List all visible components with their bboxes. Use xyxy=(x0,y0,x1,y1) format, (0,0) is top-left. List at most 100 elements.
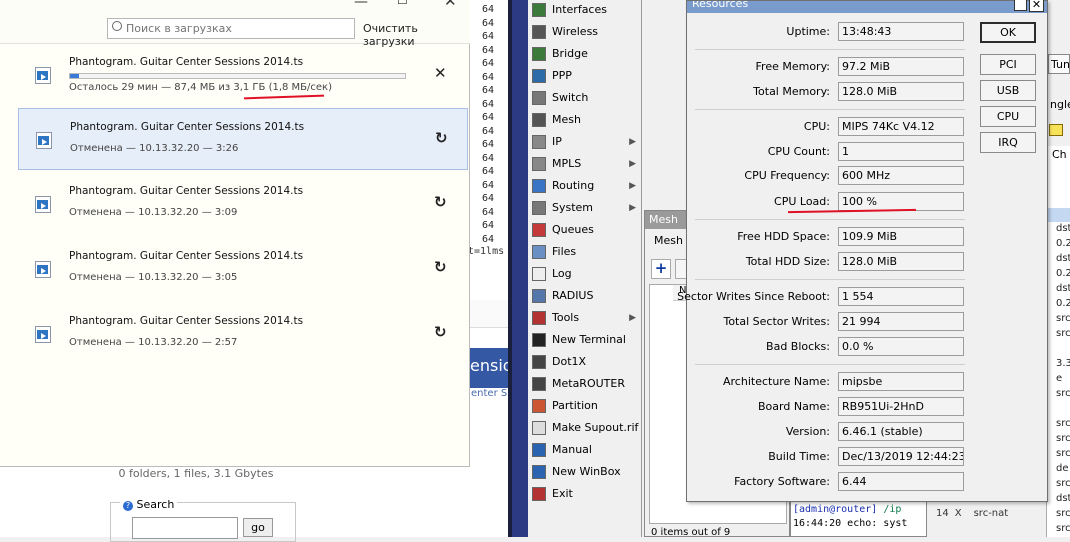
maximize-button[interactable]: ☐ xyxy=(397,0,408,7)
firewall-cell[interactable]: src xyxy=(1056,328,1070,339)
resource-value[interactable]: 1 554 xyxy=(838,287,964,306)
download-filename[interactable]: Phantogram. Guitar Center Sessions 2014.… xyxy=(69,185,303,197)
menu-item-partition[interactable]: Partition xyxy=(528,396,642,418)
menu-item-system[interactable]: System ▶ xyxy=(528,198,642,220)
download-item[interactable]: Phantogram. Guitar Center Sessions 2014.… xyxy=(18,303,468,365)
selected-row[interactable] xyxy=(1046,208,1070,222)
help-icon: ? xyxy=(123,501,133,511)
minimize-button[interactable]: — xyxy=(354,0,368,10)
download-filename[interactable]: Phantogram. Guitar Center Sessions 2014.… xyxy=(69,315,303,327)
close-button[interactable]: ✕ xyxy=(1029,0,1044,12)
firewall-cell[interactable]: 0.25 xyxy=(1056,298,1070,309)
downloads-search[interactable] xyxy=(107,18,355,39)
add-button[interactable]: + xyxy=(651,259,671,279)
resource-value[interactable]: RB951Ui-2HnD xyxy=(838,397,964,416)
download-filename[interactable]: Phantogram. Guitar Center Sessions 2014.… xyxy=(70,121,304,133)
menu-item-bridge[interactable]: Bridge xyxy=(528,44,642,66)
menu-item-exit[interactable]: Exit xyxy=(528,484,642,506)
retry-icon[interactable]: ↻ xyxy=(434,193,447,211)
retry-icon[interactable]: ↻ xyxy=(434,258,447,276)
resource-label: Total HDD Size: xyxy=(745,255,830,268)
terminal-window[interactable]: [admin@router] /ip 16:44:20 echo: syst xyxy=(790,500,927,537)
menu-item-metarouter[interactable]: MetaROUTER xyxy=(528,374,642,396)
menu-item-routing[interactable]: Routing ▶ xyxy=(528,176,642,198)
resource-value[interactable]: 109.9 MiB xyxy=(838,227,964,246)
firewall-cell[interactable]: dst xyxy=(1056,223,1070,234)
download-status: Отменена — 10.13.32.20 — 2:57 xyxy=(69,337,238,348)
web-search-input[interactable] xyxy=(132,517,238,539)
comment-icon[interactable] xyxy=(1049,124,1063,136)
menu-item-manual[interactable]: Manual xyxy=(528,440,642,462)
resource-value[interactable]: 600 MHz xyxy=(838,166,964,185)
firewall-cell[interactable]: src xyxy=(1056,508,1070,519)
resource-value[interactable]: 6.44 xyxy=(838,472,964,491)
menu-item-mpls[interactable]: MPLS ▶ xyxy=(528,154,642,176)
firewall-cell[interactable]: dst xyxy=(1056,493,1070,504)
menu-item-interfaces[interactable]: Interfaces xyxy=(528,0,642,22)
firewall-cell[interactable]: e xyxy=(1056,373,1062,384)
resource-label: Uptime: xyxy=(786,25,830,38)
firewall-cell[interactable]: dst xyxy=(1056,253,1070,264)
firewall-cell[interactable]: src xyxy=(1056,448,1070,459)
resource-value[interactable]: MIPS 74Kc V4.12 xyxy=(838,117,964,136)
menu-item-mesh[interactable]: Mesh xyxy=(528,110,642,132)
firewall-cell[interactable]: src xyxy=(1056,523,1070,534)
menu-item-ip[interactable]: IP ▶ xyxy=(528,132,642,154)
firewall-cell[interactable]: src xyxy=(1056,418,1070,429)
irq-button[interactable]: IRQ xyxy=(980,132,1036,153)
resource-value[interactable]: 128.0 MiB xyxy=(838,82,964,101)
download-item[interactable]: Phantogram. Guitar Center Sessions 2014.… xyxy=(18,173,468,235)
menu-item-make-supout-rif[interactable]: Make Supout.rif xyxy=(528,418,642,440)
maximize-button[interactable] xyxy=(1014,0,1027,11)
retry-icon[interactable]: ↻ xyxy=(434,323,447,341)
resource-value[interactable]: 1 xyxy=(838,142,964,161)
download-filename[interactable]: Phantogram. Guitar Center Sessions 2014.… xyxy=(69,56,303,68)
menu-item-log[interactable]: Log xyxy=(528,264,642,286)
tab-mesh[interactable]: Mesh xyxy=(654,234,683,247)
ok-button[interactable]: OK xyxy=(980,22,1036,43)
tab-tunnel[interactable]: Tunn xyxy=(1048,54,1070,74)
resource-value[interactable]: 97.2 MiB xyxy=(838,57,964,76)
usb-button[interactable]: USB xyxy=(980,80,1036,101)
pci-button[interactable]: PCI xyxy=(980,54,1036,75)
firewall-cell[interactable]: de xyxy=(1056,463,1069,474)
firewall-cell[interactable]: src xyxy=(1056,433,1070,444)
resource-value[interactable]: 128.0 MiB xyxy=(838,252,964,271)
menu-item-dot1x[interactable]: Dot1X xyxy=(528,352,642,374)
firewall-cell[interactable]: src xyxy=(1056,478,1070,489)
chain-column-header[interactable]: Ch xyxy=(1052,148,1067,161)
resource-value[interactable]: 0.0 % xyxy=(838,337,964,356)
menu-item-files[interactable]: Files xyxy=(528,242,642,264)
resource-value[interactable]: 13:48:43 xyxy=(838,22,964,41)
tab-mangle[interactable]: ngle xyxy=(1050,98,1070,111)
firewall-cell[interactable]: 0.25 xyxy=(1056,268,1070,279)
firewall-cell[interactable]: src xyxy=(1056,313,1070,324)
cancel-download-icon[interactable]: ✕ xyxy=(434,64,447,82)
firewall-cell[interactable]: dst xyxy=(1056,283,1070,294)
firewall-cell[interactable]: src xyxy=(1056,388,1070,399)
resource-value[interactable]: mipsbe xyxy=(838,372,964,391)
download-item[interactable]: Phantogram. Guitar Center Sessions 2014.… xyxy=(18,238,468,300)
menu-item-radius[interactable]: RADIUS xyxy=(528,286,642,308)
go-button[interactable]: go xyxy=(243,518,273,537)
menu-item-wireless[interactable]: Wireless xyxy=(528,22,642,44)
download-filename[interactable]: Phantogram. Guitar Center Sessions 2014.… xyxy=(69,250,303,262)
resource-row: CPU Count: 1 xyxy=(687,142,967,162)
firewall-row[interactable]: 14 Xsrc-nat xyxy=(936,508,1008,519)
firewall-cell[interactable]: 3.32. xyxy=(1056,358,1070,369)
firewall-cell[interactable]: 0.25 xyxy=(1056,238,1070,249)
retry-icon[interactable]: ↻ xyxy=(435,129,448,147)
menu-item-new-winbox[interactable]: New WinBox xyxy=(528,462,642,484)
menu-item-tools[interactable]: Tools ▶ xyxy=(528,308,642,330)
downloads-search-input[interactable] xyxy=(126,20,351,37)
download-item[interactable]: Phantogram. Guitar Center Sessions 2014.… xyxy=(18,108,468,170)
resource-value[interactable]: Dec/13/2019 12:44:23 xyxy=(838,447,964,466)
menu-item-ppp[interactable]: PPP xyxy=(528,66,642,88)
cpu-button[interactable]: CPU xyxy=(980,106,1036,127)
resource-value[interactable]: 21 994 xyxy=(838,312,964,331)
menu-item-switch[interactable]: Switch xyxy=(528,88,642,110)
resource-value[interactable]: 6.46.1 (stable) xyxy=(838,422,964,441)
menu-item-new-terminal[interactable]: New Terminal xyxy=(528,330,642,352)
close-button[interactable]: ✕ xyxy=(444,0,457,10)
menu-item-queues[interactable]: Queues xyxy=(528,220,642,242)
